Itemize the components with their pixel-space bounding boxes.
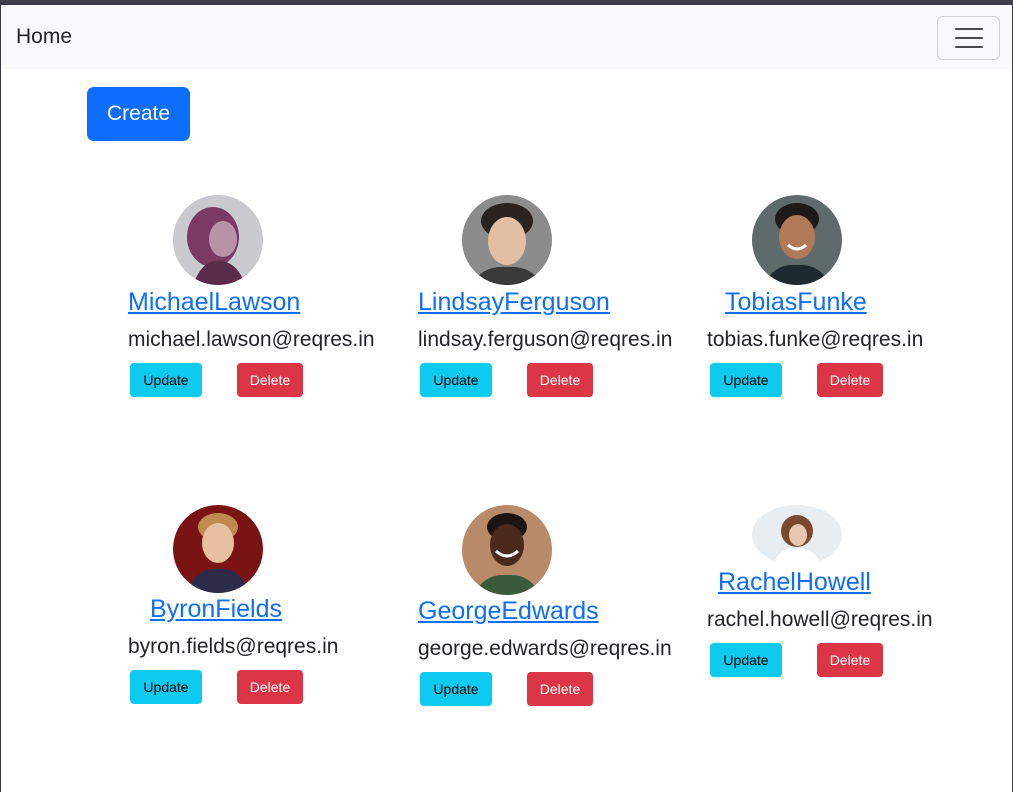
user-avatar: [752, 505, 842, 565]
navbar-toggler-button[interactable]: [937, 16, 1000, 60]
update-button[interactable]: Update: [420, 672, 492, 706]
user-email: tobias.funke@reqres.in: [707, 328, 924, 351]
user-email: michael.lawson@reqres.in: [128, 328, 375, 351]
user-email: rachel.howell@reqres.in: [707, 608, 933, 631]
navbar: Home: [2, 5, 1012, 69]
delete-button[interactable]: Delete: [237, 363, 303, 397]
user-name-link[interactable]: MichaelLawson: [128, 288, 300, 317]
user-name-link[interactable]: GeorgeEdwards: [418, 597, 599, 626]
create-button[interactable]: Create: [87, 87, 190, 141]
delete-button[interactable]: Delete: [237, 670, 303, 704]
update-button[interactable]: Update: [710, 363, 782, 397]
user-email: lindsay.ferguson@reqres.in: [418, 328, 673, 351]
update-button[interactable]: Update: [710, 643, 782, 677]
user-avatar: [752, 195, 842, 285]
navbar-brand-home[interactable]: Home: [16, 25, 72, 49]
update-button[interactable]: Update: [420, 363, 492, 397]
user-name-link[interactable]: RachelHowell: [718, 568, 871, 597]
user-avatar: [173, 195, 263, 285]
user-email: george.edwards@reqres.in: [418, 637, 672, 660]
user-avatar: [173, 505, 263, 593]
update-button[interactable]: Update: [130, 670, 202, 704]
user-avatar: [462, 195, 552, 285]
user-name-link[interactable]: LindsayFerguson: [418, 288, 610, 317]
delete-button[interactable]: Delete: [817, 643, 883, 677]
user-avatar: [462, 505, 552, 595]
user-email: byron.fields@reqres.in: [128, 635, 339, 658]
user-name-link[interactable]: TobiasFunke: [725, 288, 867, 317]
delete-button[interactable]: Delete: [527, 672, 593, 706]
delete-button[interactable]: Delete: [527, 363, 593, 397]
delete-button[interactable]: Delete: [817, 363, 883, 397]
update-button[interactable]: Update: [130, 363, 202, 397]
user-name-link[interactable]: ByronFields: [150, 595, 282, 624]
hamburger-icon: [955, 28, 983, 30]
